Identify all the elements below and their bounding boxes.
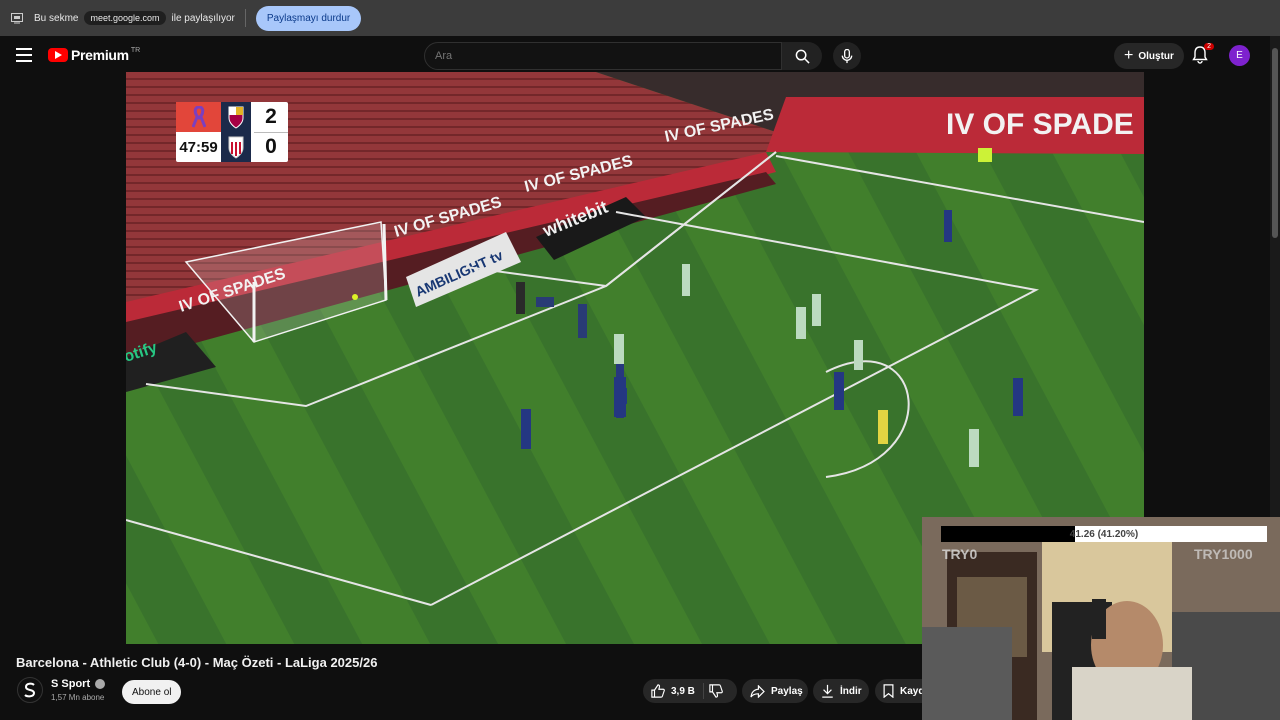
- notification-badge: 2: [1204, 43, 1214, 50]
- progress-bar: 41.26 (41.20%): [941, 526, 1267, 542]
- scorebug: 47:59 2 0: [176, 102, 288, 162]
- screen-share-bar: Bu sekme meet.google.com ile paylaşılıyo…: [0, 0, 1280, 36]
- download-label: İndir: [840, 685, 862, 697]
- microphone-icon: [841, 48, 853, 63]
- awareness-ribbon-icon: [176, 102, 221, 132]
- like-dislike-group: 3,9 B: [643, 679, 737, 703]
- stop-sharing-button[interactable]: Paylaşmayı durdur: [255, 5, 362, 31]
- notifications-button[interactable]: 2: [1192, 43, 1214, 66]
- bookmark-icon: [883, 684, 894, 698]
- share-suffix-text: ile paylaşılıyor: [171, 12, 235, 24]
- home-team-crest-icon: [221, 102, 251, 132]
- home-score: 2: [265, 105, 277, 128]
- youtube-logo[interactable]: Premium TR: [48, 47, 140, 63]
- plus-icon: +: [1124, 47, 1134, 64]
- progress-text: 41.26 (41.20%): [1069, 528, 1139, 540]
- voice-search-button[interactable]: [833, 42, 861, 70]
- share-domain: meet.google.com: [84, 11, 166, 25]
- menu-icon[interactable]: [16, 48, 32, 62]
- logo-region: TR: [130, 46, 141, 54]
- subscribe-button[interactable]: Abone ol: [122, 680, 182, 704]
- channel-name-text: S Sport: [51, 678, 91, 690]
- screen-share-icon: [10, 12, 24, 24]
- search-icon: [795, 49, 810, 64]
- thumbs-up-icon: [651, 684, 665, 698]
- video-title: Barcelona - Athletic Club (4-0) - Maç Öz…: [16, 655, 378, 670]
- create-label: Oluştur: [1138, 50, 1174, 62]
- share-icon: [750, 684, 765, 698]
- search-button[interactable]: [782, 42, 822, 70]
- download-button[interactable]: İndir: [813, 679, 869, 703]
- download-icon: [822, 684, 833, 698]
- save-label: Kayd: [900, 685, 925, 697]
- thumbs-down-icon: [709, 684, 723, 698]
- away-score: 0: [265, 135, 277, 158]
- share-divider: [244, 9, 246, 27]
- verified-icon: [95, 679, 106, 689]
- share-button[interactable]: Paylaş: [742, 679, 808, 703]
- search-input[interactable]: [435, 50, 781, 62]
- subscriber-count: 1,57 Mn abone: [51, 693, 105, 702]
- webcam-overlay: 41.26 (41.20%) TRY0 TRY1000: [922, 517, 1280, 720]
- like-button[interactable]: 3,9 B: [643, 679, 703, 703]
- channel-name[interactable]: S Sport: [51, 678, 106, 690]
- progress-right-label: TRY1000: [1194, 546, 1253, 562]
- logo-text: Premium: [71, 47, 129, 63]
- account-avatar[interactable]: E: [1229, 45, 1250, 66]
- away-team-crest-icon: [221, 132, 251, 162]
- channel-logo-icon: [24, 682, 36, 698]
- share-label: Paylaş: [771, 685, 803, 697]
- youtube-play-icon: [48, 48, 68, 62]
- share-prefix-text: Bu sekme: [34, 12, 79, 24]
- like-count: 3,9 B: [671, 685, 695, 697]
- match-clock: 47:59: [179, 138, 218, 156]
- channel-avatar[interactable]: [17, 677, 43, 703]
- create-button[interactable]: + Oluştur: [1114, 43, 1184, 69]
- scrollbar-thumb[interactable]: [1272, 48, 1278, 238]
- search-box[interactable]: [424, 42, 782, 70]
- youtube-header: Premium TR + Oluştur 2 E: [0, 38, 1270, 72]
- progress-left-label: TRY0: [942, 546, 978, 562]
- dislike-button[interactable]: [704, 679, 734, 703]
- score-divider: [254, 132, 288, 133]
